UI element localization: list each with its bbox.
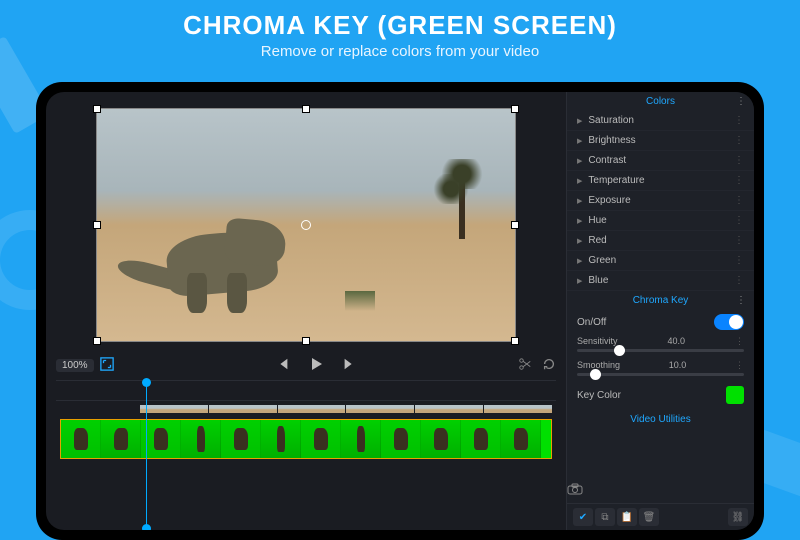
preview-dinosaur	[147, 173, 327, 313]
crop-handle[interactable]	[512, 222, 518, 228]
loop-icon[interactable]	[542, 357, 556, 374]
chroma-onoff-row: On/Off	[567, 310, 754, 334]
preview-area	[56, 100, 556, 350]
hero-subtitle: Remove or replace colors from your video	[0, 43, 800, 60]
center-anchor-icon[interactable]	[301, 220, 311, 230]
next-frame-icon[interactable]	[342, 357, 356, 374]
video-preview[interactable]	[96, 108, 516, 342]
sensitivity-label: Sensitivity	[577, 336, 618, 347]
zoom-badge[interactable]: 100%	[56, 359, 94, 372]
camera-icon[interactable]	[567, 483, 754, 495]
copy-icon[interactable]: ⧉	[595, 508, 615, 526]
fullscreen-icon[interactable]	[100, 357, 114, 374]
cut-icon[interactable]	[518, 357, 532, 374]
timeline-thumb[interactable]	[278, 405, 346, 413]
timeline-ruler[interactable]	[56, 387, 556, 401]
more-icon[interactable]: ⋮	[736, 295, 746, 306]
app-screen: 100%	[46, 92, 754, 530]
crop-handle[interactable]	[303, 338, 309, 344]
key-color-swatch[interactable]	[726, 386, 744, 404]
onoff-label: On/Off	[577, 317, 606, 328]
prop-temperature[interactable]: ▶Temperature⋮	[567, 171, 754, 191]
crop-handle[interactable]	[512, 106, 518, 112]
green-screen-track[interactable]	[60, 419, 552, 459]
prop-brightness[interactable]: ▶Brightness⋮	[567, 131, 754, 151]
paste-icon[interactable]: 📋	[617, 508, 637, 526]
prop-red[interactable]: ▶Red⋮	[567, 231, 754, 251]
unlink-icon[interactable]: ⛓	[728, 508, 748, 526]
sensitivity-slider[interactable]	[577, 349, 744, 352]
key-color-label: Key Color	[577, 390, 621, 401]
editor-left-pane: 100%	[46, 92, 566, 530]
smoothing-slider[interactable]	[577, 373, 744, 376]
prop-exposure[interactable]: ▶Exposure⋮	[567, 191, 754, 211]
timeline[interactable]	[56, 380, 556, 530]
more-icon[interactable]: ⋮	[736, 96, 746, 107]
video-utilities-button[interactable]: Video Utilities	[567, 408, 754, 431]
crop-handle[interactable]	[94, 338, 100, 344]
hero-title: CHROMA KEY (GREEN SCREEN)	[0, 10, 800, 41]
sensitivity-value: 40.0	[667, 336, 685, 347]
properties-panel: Colors⋮ ▶Saturation⋮ ▶Brightness⋮ ▶Contr…	[566, 92, 754, 530]
colors-section-header: Colors⋮	[567, 92, 754, 111]
prop-contrast[interactable]: ▶Contrast⋮	[567, 151, 754, 171]
smoothing-row: Smoothing10.0⋮	[567, 358, 754, 382]
timeline-thumb[interactable]	[346, 405, 414, 413]
preview-grass	[345, 291, 375, 311]
confirm-icon[interactable]: ✔	[573, 508, 593, 526]
prop-saturation[interactable]: ▶Saturation⋮	[567, 111, 754, 131]
more-icon[interactable]: ⋮	[735, 360, 744, 371]
prev-frame-icon[interactable]	[276, 357, 290, 374]
timeline-thumb[interactable]	[484, 405, 552, 413]
bottom-toolbar: ✔ ⧉ 📋 🗑 ⛓	[567, 503, 754, 530]
crop-handle[interactable]	[94, 106, 100, 112]
more-icon[interactable]: ⋮	[735, 336, 744, 347]
play-icon[interactable]	[308, 356, 324, 375]
prop-blue[interactable]: ▶Blue⋮	[567, 271, 754, 291]
timeline-thumb[interactable]	[140, 405, 208, 413]
colors-list: ▶Saturation⋮ ▶Brightness⋮ ▶Contrast⋮ ▶Te…	[567, 111, 754, 291]
preview-controls: 100%	[56, 350, 556, 380]
timeline-thumb[interactable]	[209, 405, 277, 413]
chroma-toggle[interactable]	[714, 314, 744, 330]
timeline-thumb[interactable]	[415, 405, 483, 413]
camera-row	[567, 475, 754, 503]
prop-green[interactable]: ▶Green⋮	[567, 251, 754, 271]
crop-handle[interactable]	[512, 338, 518, 344]
prop-hue[interactable]: ▶Hue⋮	[567, 211, 754, 231]
crop-handle[interactable]	[303, 106, 309, 112]
playhead[interactable]	[146, 381, 147, 530]
key-color-row: Key Color	[567, 382, 754, 408]
delete-icon[interactable]: 🗑	[639, 508, 659, 526]
sensitivity-row: Sensitivity 40.0 ⋮	[567, 334, 754, 358]
chroma-section-header: Chroma Key⋮	[567, 291, 754, 310]
device-frame: 100%	[36, 82, 764, 540]
smoothing-value: 10.0	[669, 360, 687, 371]
crop-handle[interactable]	[94, 222, 100, 228]
preview-tree	[459, 179, 465, 239]
